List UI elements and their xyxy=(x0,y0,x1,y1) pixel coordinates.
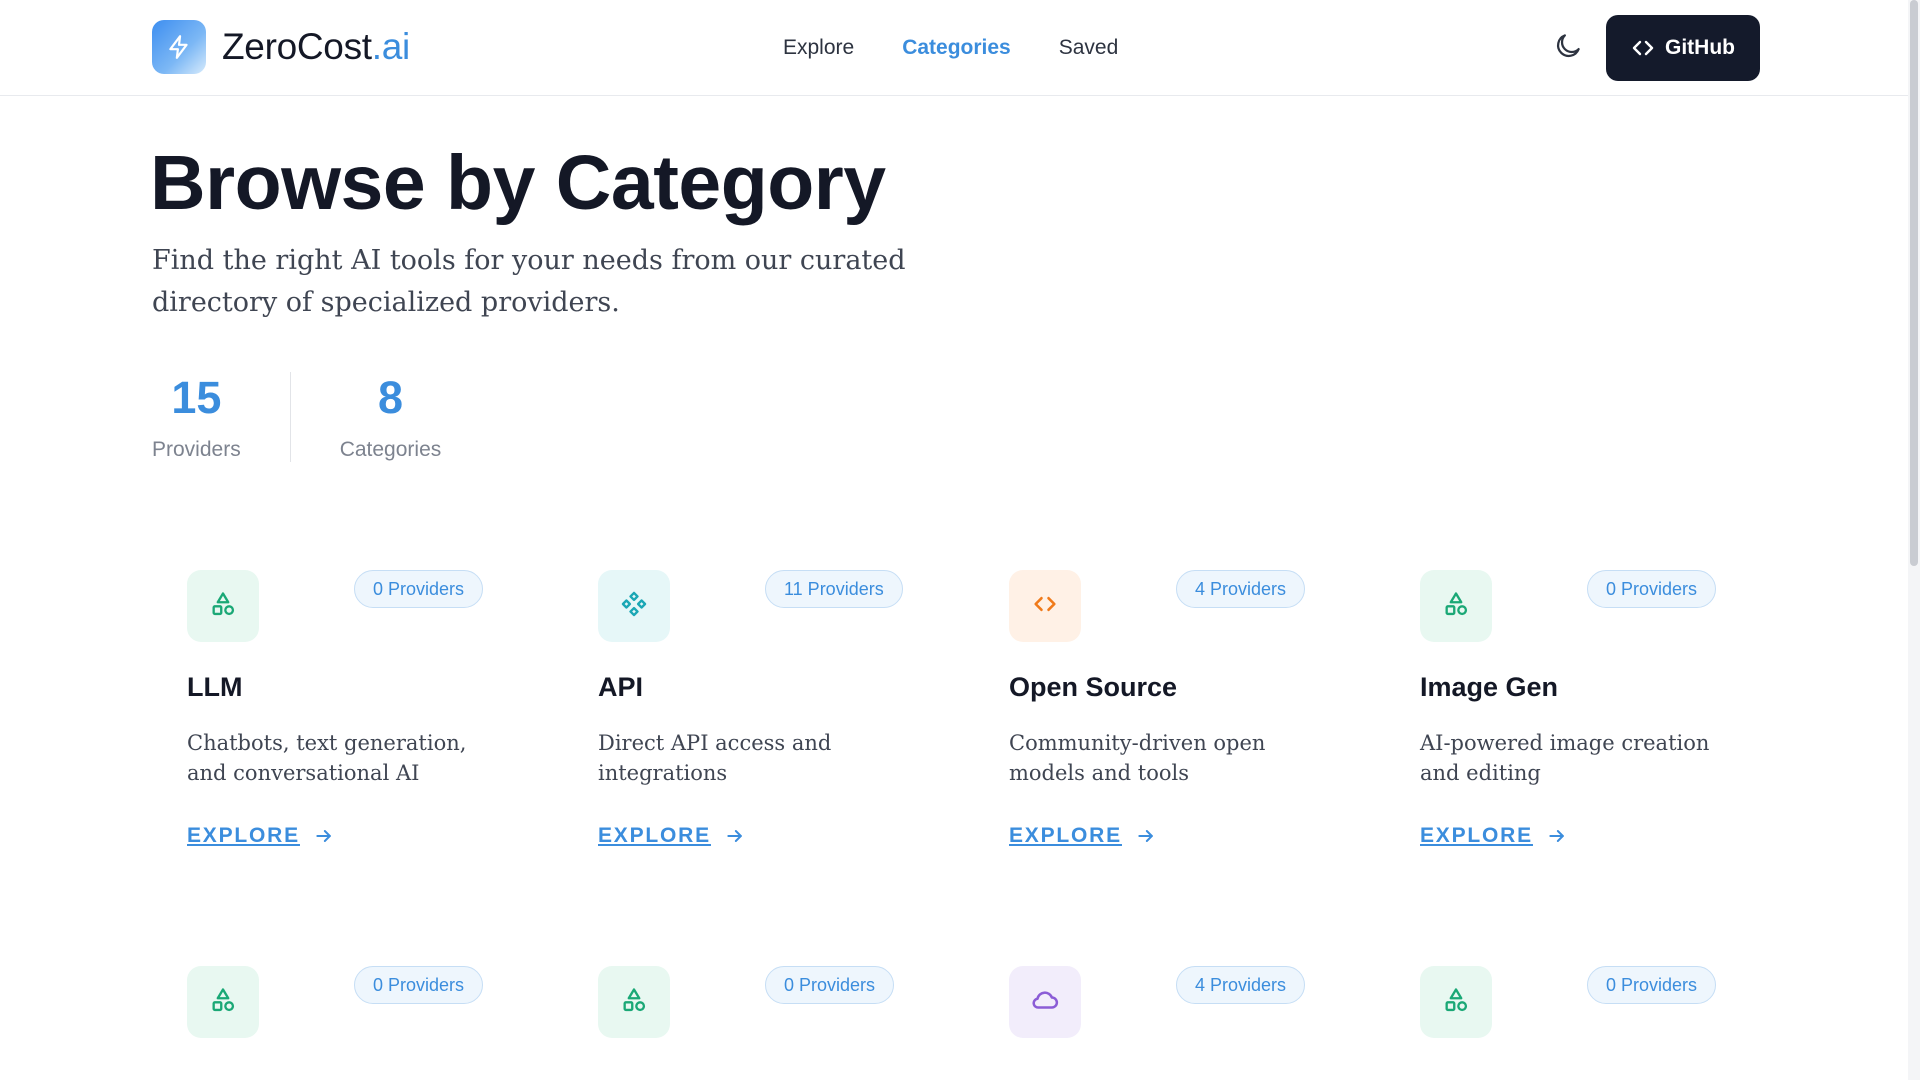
provider-count-badge: 0 Providers xyxy=(1587,966,1717,1004)
theme-toggle-button[interactable] xyxy=(1552,32,1584,64)
stat-providers: 15 Providers xyxy=(152,372,241,462)
card-title: API xyxy=(598,672,644,702)
code-icon xyxy=(1031,590,1059,623)
provider-count-badge: 4 Providers xyxy=(1176,966,1306,1004)
shapes-icon xyxy=(209,986,237,1019)
code-icon xyxy=(1631,36,1655,60)
stat-divider xyxy=(289,372,291,462)
shapes-icon xyxy=(1442,590,1470,623)
explore-label: EXPLORE xyxy=(1420,824,1533,847)
nav-explore[interactable]: Explore xyxy=(783,34,854,62)
nav-categories[interactable]: Categories xyxy=(902,34,1011,62)
explore-link[interactable]: EXPLORE xyxy=(187,824,334,848)
provider-count-badge: 0 Providers xyxy=(354,570,484,608)
provider-count-badge: 11 Providers xyxy=(765,570,903,608)
brand-logo[interactable]: ZeroCost.ai xyxy=(152,20,410,74)
card-icon-box xyxy=(187,966,259,1038)
nav-saved[interactable]: Saved xyxy=(1059,34,1119,62)
stat-value: 15 xyxy=(171,372,222,423)
page-scrollbar[interactable] xyxy=(1908,0,1920,1080)
card-icon-box xyxy=(1009,966,1081,1038)
provider-count-badge: 0 Providers xyxy=(765,966,895,1004)
arrow-right-icon xyxy=(314,826,334,846)
moon-icon xyxy=(1553,31,1583,66)
card-icon-box xyxy=(1009,570,1081,642)
card-title: LLM xyxy=(187,672,243,702)
brand-name-main: ZeroCost xyxy=(222,26,372,67)
stat-label: Providers xyxy=(152,438,241,461)
provider-count-badge: 0 Providers xyxy=(354,966,484,1004)
top-navbar: ZeroCost.ai Explore Categories Saved Git… xyxy=(0,0,1920,96)
explore-link[interactable]: EXPLORE xyxy=(1009,824,1156,848)
card-icon-box xyxy=(1420,966,1492,1038)
provider-count-badge: 4 Providers xyxy=(1176,570,1306,608)
arrow-right-icon xyxy=(725,826,745,846)
card-title: Image Gen xyxy=(1420,672,1559,702)
arrow-right-icon xyxy=(1547,826,1567,846)
card-description: Community-driven open models and tools xyxy=(1009,731,1266,785)
lightning-icon xyxy=(152,20,206,74)
card-icon-box xyxy=(598,966,670,1038)
brand-name: ZeroCost.ai xyxy=(222,26,410,68)
card-description: Direct API access and integrations xyxy=(598,731,832,785)
page-title: Browse by Category xyxy=(150,140,886,226)
card-description: AI-powered image creation and editing xyxy=(1420,731,1710,785)
explore-label: EXPLORE xyxy=(187,824,300,847)
card-title: Open Source xyxy=(1009,672,1178,702)
shapes-icon xyxy=(209,590,237,623)
github-button[interactable]: GitHub xyxy=(1606,15,1760,81)
component-icon xyxy=(620,590,648,623)
scrollbar-thumb[interactable] xyxy=(1910,0,1918,566)
card-icon-box xyxy=(598,570,670,642)
stat-value: 8 xyxy=(377,372,403,423)
card-description: Chatbots, text generation, and conversat… xyxy=(187,731,467,785)
brand-name-accent: .ai xyxy=(371,26,410,67)
card-icon-box xyxy=(187,570,259,642)
shapes-icon xyxy=(620,986,648,1019)
stat-label: Categories xyxy=(339,438,442,461)
explore-label: EXPLORE xyxy=(598,824,711,847)
card-icon-box xyxy=(1420,570,1492,642)
stats-row: 15 Providers 8 Categories xyxy=(152,372,441,462)
github-label: GitHub xyxy=(1665,36,1735,59)
provider-count-badge: 0 Providers xyxy=(1587,570,1717,608)
stat-categories: 8 Categories xyxy=(340,372,442,462)
explore-link[interactable]: EXPLORE xyxy=(1420,824,1567,848)
main-nav: Explore Categories Saved xyxy=(783,34,1166,62)
cloud-icon xyxy=(1030,985,1060,1020)
explore-label: EXPLORE xyxy=(1009,824,1122,847)
explore-link[interactable]: EXPLORE xyxy=(598,824,745,848)
page-subtitle: Find the right AI tools for your needs f… xyxy=(152,245,906,318)
arrow-right-icon xyxy=(1136,826,1156,846)
shapes-icon xyxy=(1442,986,1470,1019)
